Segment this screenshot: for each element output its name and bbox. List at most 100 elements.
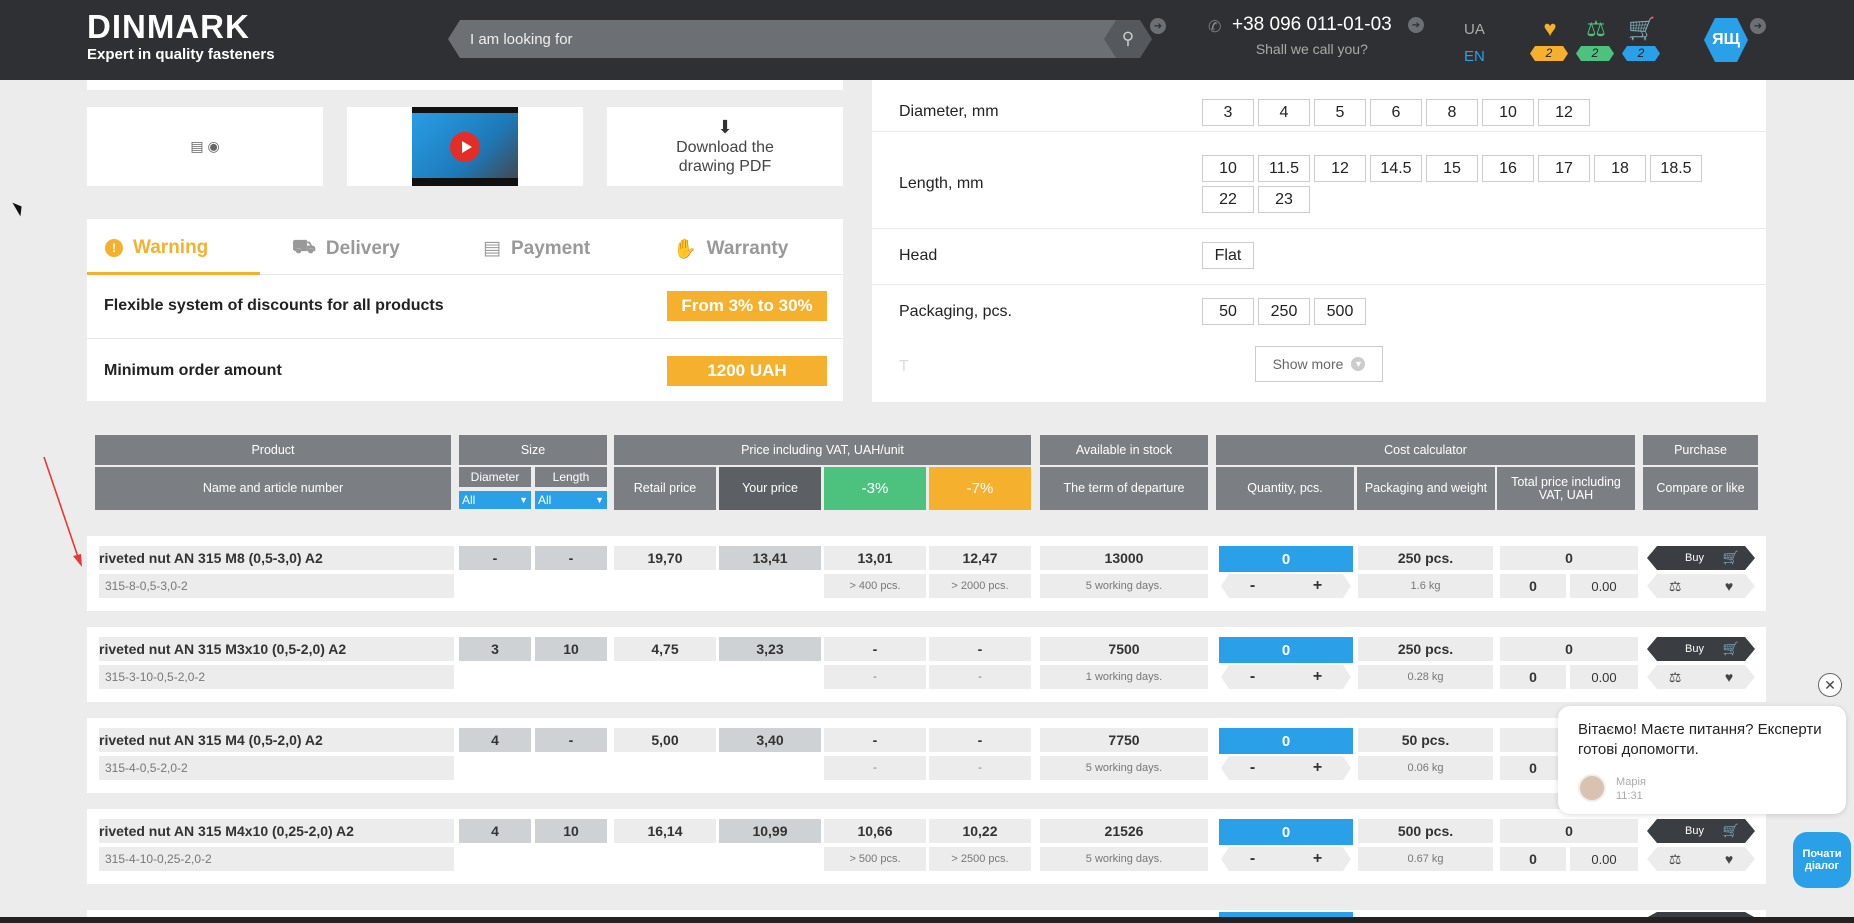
tab-delivery[interactable]: ⛟ Delivery xyxy=(292,237,400,261)
length-select[interactable]: All ▼ xyxy=(535,491,607,509)
filter-chip-length[interactable]: 18.5 xyxy=(1650,155,1702,182)
buy-button[interactable]: Buy 🛒 xyxy=(1647,637,1755,661)
chevron-down-icon: ▼ xyxy=(519,495,528,505)
compare-button[interactable]: ⚖ 2 xyxy=(1576,16,1616,61)
article-number: 315-8-0,5-3,0-2 xyxy=(99,574,454,598)
filter-chip-head[interactable]: Flat xyxy=(1202,242,1254,269)
download-pdf-tile[interactable]: ⬇ Download the drawing PDF xyxy=(607,107,843,186)
filter-chip-diameter[interactable]: 10 xyxy=(1482,99,1534,126)
diameter-select[interactable]: All ▼ xyxy=(459,491,531,509)
thumbs-up-icon: ✋ xyxy=(673,239,697,260)
minus-button[interactable]: - xyxy=(1250,668,1255,686)
minus-button[interactable]: - xyxy=(1250,577,1255,595)
favorites-button[interactable]: ♥ 2 xyxy=(1530,16,1570,61)
tab-warning[interactable]: ! Warning xyxy=(105,237,208,259)
logo[interactable]: DINMARK Expert in quality fasteners xyxy=(87,10,275,64)
buy-button[interactable]: Buy 🛒 xyxy=(1647,819,1755,843)
user-avatar[interactable]: ЯЩ xyxy=(1704,18,1748,62)
filter-chip-length[interactable]: 17 xyxy=(1538,155,1590,182)
plus-button[interactable]: + xyxy=(1313,577,1322,595)
like-heart-icon[interactable]: ♥ xyxy=(1725,851,1733,867)
filter-chip-length[interactable]: 11.5 xyxy=(1258,155,1310,182)
discount-3-threshold: - xyxy=(824,665,926,689)
filter-chip-packaging[interactable]: 50 xyxy=(1202,298,1254,325)
quantity-input[interactable]: 0 xyxy=(1219,637,1353,663)
discount-7-threshold: > 2000 pcs. xyxy=(929,574,1031,598)
th-diameter: Diameter xyxy=(459,467,531,487)
product-name-link[interactable]: riveted nut AN 315 M4 (0,5-2,0) A2 xyxy=(99,728,454,752)
filter-chip-length[interactable]: 15 xyxy=(1426,155,1478,182)
filter-chip-length[interactable]: 10 xyxy=(1202,155,1254,182)
filter-chip-length[interactable]: 12 xyxy=(1314,155,1366,182)
quantity-input[interactable]: 0 xyxy=(1219,819,1353,845)
discount-7-price: 10,22 xyxy=(929,819,1031,843)
chat-bubble[interactable]: Вітаємо! Маєте питання? Експерти готові … xyxy=(1558,706,1846,814)
phone-number[interactable]: +38 096 011-01-03 xyxy=(1210,14,1392,36)
search-arrow-icon[interactable]: ➔ xyxy=(1150,18,1166,34)
filter-chip-length[interactable]: 14.5 xyxy=(1370,155,1422,182)
th-purchase: Purchase xyxy=(1643,435,1758,465)
truck-icon: ⛟ xyxy=(292,237,316,258)
like-heart-icon[interactable]: ♥ xyxy=(1725,578,1733,594)
search-input[interactable] xyxy=(448,20,1116,58)
discount-3-price: 10,66 xyxy=(824,819,926,843)
play-icon[interactable] xyxy=(450,132,480,162)
lang-en[interactable]: EN xyxy=(1464,43,1485,70)
tab-warranty[interactable]: ✋ Warranty xyxy=(673,237,788,261)
filter-chip-diameter[interactable]: 8 xyxy=(1426,99,1478,126)
total-count: 0 xyxy=(1500,847,1566,871)
total-price: 0 xyxy=(1500,819,1638,843)
lang-ua[interactable]: UA xyxy=(1464,16,1485,43)
callback-link[interactable]: Shall we call you? xyxy=(1210,41,1392,57)
total-amount: 0.00 xyxy=(1570,574,1638,598)
show-more-button[interactable]: Show more ▼ xyxy=(1255,346,1383,382)
phone-arrow-icon[interactable]: ➔ xyxy=(1408,17,1424,33)
filter-chip-packaging[interactable]: 250 xyxy=(1258,298,1310,325)
cart-button[interactable]: 🛒 2 xyxy=(1622,16,1662,61)
buy-label: Buy xyxy=(1685,643,1704,655)
filter-chip-packaging[interactable]: 500 xyxy=(1314,298,1366,325)
head-label: Head xyxy=(899,247,938,264)
diameter-value: 4 xyxy=(459,819,531,843)
filter-chip-length[interactable]: 23 xyxy=(1258,186,1310,213)
th-your-price: Your price xyxy=(719,467,821,510)
plus-button[interactable]: + xyxy=(1313,668,1322,686)
filter-chip-diameter[interactable]: 6 xyxy=(1370,99,1422,126)
compare-scales-icon[interactable]: ⚖ xyxy=(1669,851,1682,868)
nut-thumbnail-icon: ▤ ◉ xyxy=(190,138,220,154)
filter-chip-diameter[interactable]: 12 xyxy=(1538,99,1590,126)
filter-chip-length[interactable]: 22 xyxy=(1202,186,1254,213)
like-heart-icon[interactable]: ♥ xyxy=(1725,669,1733,685)
filter-chip-diameter[interactable]: 3 xyxy=(1202,99,1254,126)
minus-button[interactable]: - xyxy=(1250,850,1255,868)
article-number: 315-3-10-0,5-2,0-2 xyxy=(99,665,454,689)
compare-scales-icon[interactable]: ⚖ xyxy=(1669,669,1682,686)
video-tile[interactable] xyxy=(347,107,583,186)
th-total: Total price including VAT, UAH xyxy=(1497,467,1635,510)
buy-button[interactable]: Buy 🛒 xyxy=(1647,546,1755,570)
product-name-link[interactable]: riveted nut AN 315 M4x10 (0,25-2,0) A2 xyxy=(99,819,454,843)
product-image-bottom xyxy=(87,80,843,90)
thumbnail-tile[interactable]: ▤ ◉ xyxy=(87,107,323,186)
phone-block[interactable]: ✆ +38 096 011-01-03 Shall we call you? xyxy=(1208,14,1392,57)
chat-close-button[interactable]: ✕ xyxy=(1818,673,1842,697)
plus-button[interactable]: + xyxy=(1313,759,1322,777)
filter-chip-diameter[interactable]: 4 xyxy=(1258,99,1310,126)
filter-chip-length[interactable]: 16 xyxy=(1482,155,1534,182)
filter-chip-diameter[interactable]: 5 xyxy=(1314,99,1366,126)
start-chat-button[interactable]: Почати діалог xyxy=(1793,832,1851,888)
video-thumbnail[interactable] xyxy=(412,107,518,186)
filter-chip-length[interactable]: 18 xyxy=(1594,155,1646,182)
plus-button[interactable]: + xyxy=(1313,850,1322,868)
quantity-input[interactable]: 0 xyxy=(1219,546,1353,572)
user-arrow-icon[interactable]: ➔ xyxy=(1750,18,1766,34)
product-name-link[interactable]: riveted nut AN 315 M8 (0,5-3,0) A2 xyxy=(99,546,454,570)
minus-button[interactable]: - xyxy=(1250,759,1255,777)
product-name-link[interactable]: riveted nut AN 315 M3x10 (0,5-2,0) A2 xyxy=(99,637,454,661)
cart-badge: 2 xyxy=(1622,46,1660,61)
quantity-input[interactable]: 0 xyxy=(1219,728,1353,754)
compare-scales-icon[interactable]: ⚖ xyxy=(1669,578,1682,595)
discount-7-price: - xyxy=(929,637,1031,661)
total-price: 0 xyxy=(1500,546,1638,570)
tab-payment[interactable]: ▤ Payment xyxy=(483,237,590,260)
